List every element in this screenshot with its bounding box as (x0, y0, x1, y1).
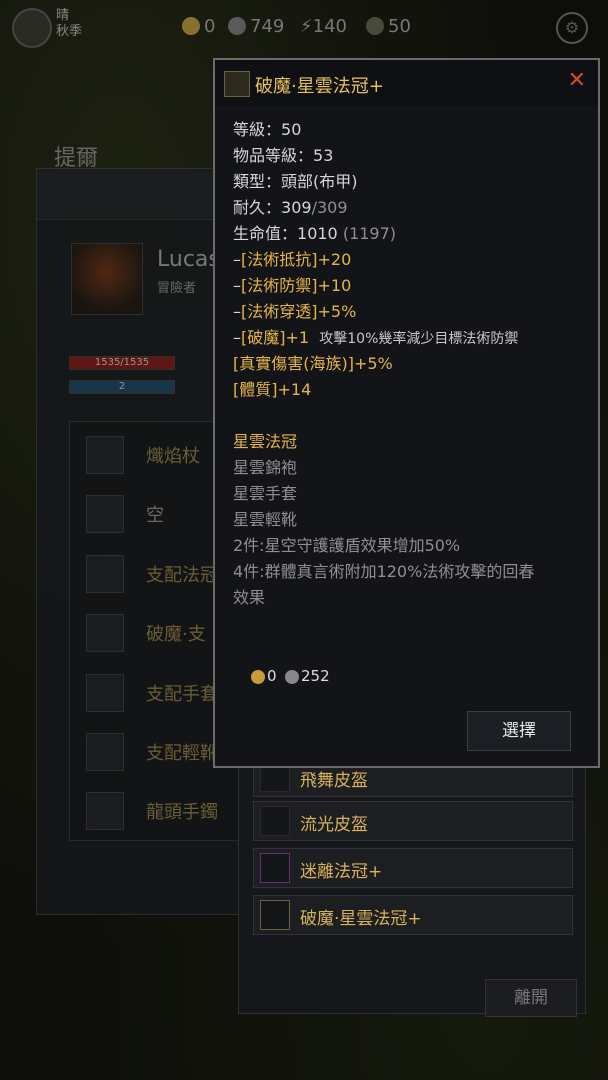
mod-text: [法術抵抗]+20 (241, 250, 352, 269)
mod-line: –[法術防禦]+10 (233, 272, 351, 296)
equipment-name: 支配手套 (146, 684, 218, 705)
price-silver-value: 252 (301, 667, 330, 685)
true-damage-line: [真實傷害(海族)]+5% (233, 354, 393, 373)
item-title: 破魔·星雲法冠+ (255, 76, 384, 97)
item-level-value: 53 (313, 146, 334, 165)
silver-amount: 749 (250, 16, 285, 37)
set-item: 星雲輕靴 (233, 510, 298, 529)
set-item: 星雲錦袍 (233, 458, 298, 477)
mp-bar: 2 (69, 380, 175, 394)
player-avatar[interactable] (12, 8, 52, 48)
price-gold: 0 (251, 667, 277, 685)
settings-icon[interactable]: ⚙ (556, 12, 588, 44)
gold-resource: 0 (182, 16, 215, 37)
helmet-icon (260, 806, 290, 836)
durability-value: 309 (281, 198, 312, 217)
hp-total: (1197) (342, 224, 397, 243)
mod-line: –[法術抵抗]+20 (233, 246, 351, 270)
close-icon[interactable]: ✕ (568, 68, 586, 93)
durability-max: /309 (311, 198, 348, 217)
special-mod-line: –[破魔]+1 攻擊10%幾率減少目標法術防禦 (233, 324, 518, 348)
mod-line: –[法術穿透]+5% (233, 298, 356, 322)
price-silver: 252 (285, 667, 330, 685)
crown-icon (260, 900, 290, 930)
other-amount: 50 (388, 16, 411, 37)
list-item-name: 流光皮盔 (300, 815, 368, 835)
hero-class: 冒險者 (157, 281, 197, 296)
silver-coin-icon (228, 17, 246, 35)
mod-prefix: – (233, 302, 241, 321)
hp-label: 生命值： (233, 224, 298, 243)
leave-button[interactable]: 離開 (485, 979, 577, 1017)
hero-portrait[interactable] (71, 243, 143, 315)
hp-value: 1010 (297, 224, 338, 243)
gold-coin-icon (182, 17, 200, 35)
list-item[interactable]: 破魔·星雲法冠+ (253, 895, 573, 935)
staff-icon (86, 436, 124, 474)
list-item-name: 迷離法冠+ (300, 862, 383, 882)
set-bonus-4: 4件:群體真言術附加120%法術攻擊的回春 (233, 562, 535, 581)
equipment-name: 空 (146, 505, 164, 526)
special-prefix: – (233, 328, 241, 347)
equipment-name: 支配法冠 (146, 565, 218, 586)
lightning-icon: ⚡ (300, 16, 313, 37)
equipment-name: 支配輕靴 (146, 743, 218, 764)
mod-text: [法術穿透]+5% (241, 302, 357, 321)
type-line: 類型：頭部(布甲) (233, 168, 358, 192)
equipment-name: 龍頭手鐲 (146, 802, 218, 823)
special-name: [破魔]+1 (241, 328, 310, 347)
gold-amount: 0 (204, 16, 216, 37)
season-label: 秋季 (56, 24, 83, 39)
type-value: 頭部(布甲) (281, 172, 358, 191)
durability-line: 耐久：309/309 (233, 194, 348, 218)
set-item: 星雲手套 (233, 484, 298, 503)
silver-resource: 749 (228, 16, 284, 37)
mod-prefix: – (233, 250, 241, 269)
price-gold-value: 0 (267, 667, 277, 685)
gold-coin-icon (251, 670, 265, 684)
other-resource: 50 (366, 16, 411, 37)
top-bar: 晴 秋季 0 749 ⚡140 50 ⚙ (0, 0, 608, 56)
durability-label: 耐久： (233, 198, 282, 217)
item-level-line: 物品等級：53 (233, 142, 333, 166)
hero-name: Lucas (157, 247, 220, 272)
list-item[interactable]: 迷離法冠+ (253, 848, 573, 888)
crown-icon (260, 853, 290, 883)
ring-icon (86, 792, 124, 830)
weather-label: 晴 (56, 8, 70, 23)
special-description: 攻擊10%幾率減少目標法術防禦 (319, 331, 519, 347)
boots-icon (86, 733, 124, 771)
set-bonus-4-cont: 效果 (233, 588, 266, 607)
type-label: 類型： (233, 172, 282, 191)
list-item-name: 飛舞皮盔 (300, 771, 368, 791)
empty-slot-icon (86, 495, 124, 533)
crown-icon (86, 555, 124, 593)
level-line: 等級：50 (233, 116, 301, 140)
equipment-name: 破魔·支 (146, 624, 206, 645)
level-label: 等級： (233, 120, 282, 139)
energy-amount: 140 (312, 16, 347, 37)
hp-bar: 1535/1535 (69, 356, 175, 370)
mod-text: [法術防禦]+10 (241, 276, 352, 295)
energy-resource: ⚡140 (300, 16, 347, 37)
crown-icon (224, 71, 250, 97)
constitution-line: [體質]+14 (233, 380, 312, 399)
equipment-name: 熾焰杖 (146, 446, 200, 467)
tooltip-header: 破魔·星雲法冠+ ✕ (215, 60, 598, 106)
item-tooltip: 破魔·星雲法冠+ ✕ 等級：50 物品等級：53 類型：頭部(布甲) 耐久：30… (213, 58, 600, 768)
list-item-name: 破魔·星雲法冠+ (300, 909, 422, 929)
list-item[interactable]: 流光皮盔 (253, 801, 573, 841)
hp-line: 生命值：1010 (1197) (233, 220, 396, 244)
resource-icon (366, 17, 384, 35)
robe-icon (86, 614, 124, 652)
mod-prefix: – (233, 276, 241, 295)
set-name: 星雲法冠 (233, 432, 298, 451)
level-value: 50 (281, 120, 302, 139)
silver-coin-icon (285, 670, 299, 684)
set-bonus-2: 2件:星空守護護盾效果增加50% (233, 536, 461, 555)
glove-icon (86, 674, 124, 712)
weather-info: 晴 秋季 (56, 8, 82, 40)
item-level-label: 物品等級： (233, 146, 314, 165)
select-button[interactable]: 選擇 (467, 711, 571, 751)
